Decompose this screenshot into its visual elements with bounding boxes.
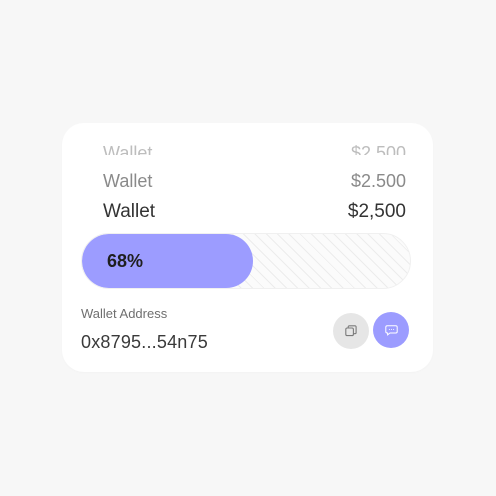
wallet-row-label: Wallet <box>103 171 153 187</box>
wallet-row-faded-top: Wallet $2,500 <box>103 141 406 155</box>
progress-bar: 68% <box>81 233 411 289</box>
wallet-row-amount: $2,500 <box>350 143 406 155</box>
progress-label: 68% <box>107 251 144 271</box>
copy-button[interactable] <box>333 313 369 349</box>
message-icon <box>384 324 398 336</box>
message-button[interactable] <box>373 312 409 348</box>
wallet-row-faded-middle: Wallet $2,500 <box>103 170 406 187</box>
wallet-address-label: Wallet Address <box>81 306 168 321</box>
wallet-card: Wallet $2,500 Wallet $2,500 Wallet $2,50… <box>62 123 433 372</box>
wallet-row-label: Wallet <box>103 201 156 222</box>
wallet-address-value: 0x8795...54n75 <box>81 332 208 352</box>
wallet-row-selected[interactable]: Wallet $2,500 <box>103 201 406 223</box>
wallet-row-amount: $2,500 <box>350 171 406 187</box>
wallet-row-amount: $2,500 <box>347 201 406 222</box>
wallet-row-label: Wallet <box>103 143 153 155</box>
copy-icon <box>345 325 357 337</box>
